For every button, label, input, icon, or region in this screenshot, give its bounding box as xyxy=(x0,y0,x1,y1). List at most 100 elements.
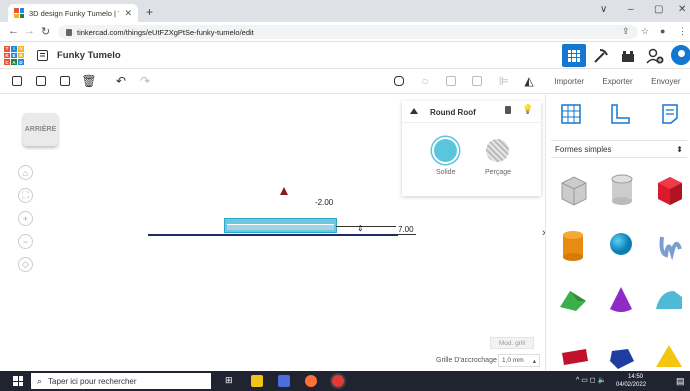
back-icon[interactable]: ← xyxy=(8,25,19,37)
bricks-button[interactable] xyxy=(616,44,640,67)
shape-category-select[interactable]: Formes simples ⬍ xyxy=(551,140,687,158)
mirror-icon[interactable]: ◭ xyxy=(522,74,536,88)
light-bulb-icon[interactable]: ○ xyxy=(418,74,432,88)
text-shape-icon[interactable] xyxy=(558,345,590,367)
scribble-shape-icon[interactable] xyxy=(656,229,684,261)
bookmark-star-icon[interactable]: ☆ xyxy=(641,26,649,37)
duplicate-icon[interactable] xyxy=(58,74,72,88)
shape-inspector-header: Round Roof 💡 xyxy=(402,101,541,123)
workplane-grid-icon[interactable] xyxy=(560,103,582,125)
tinkercad-favicon-icon xyxy=(14,8,24,18)
snap-grid-select[interactable]: 1,0 mm ▴ xyxy=(498,354,540,367)
box-shape-icon[interactable] xyxy=(654,173,686,207)
pyramid-shape-icon[interactable] xyxy=(654,343,684,371)
forward-icon[interactable]: → xyxy=(24,25,35,37)
dimension-line-extension xyxy=(396,234,416,235)
pickaxe-icon xyxy=(594,48,608,63)
tab-search-icon[interactable]: ∨ xyxy=(600,4,607,15)
group-icon[interactable] xyxy=(444,74,458,88)
copy-icon[interactable] xyxy=(10,74,24,88)
sphere-shape-icon[interactable] xyxy=(608,231,634,257)
collapse-panel-icon[interactable] xyxy=(410,108,418,114)
share-icon[interactable]: ⇪ xyxy=(622,26,630,37)
file-explorer-icon[interactable] xyxy=(251,375,263,387)
taskbar-search-field[interactable]: ⌕ Taper ici pour rechercher xyxy=(31,373,211,389)
search-icon: ⌕ xyxy=(37,375,43,386)
roof-shape-icon[interactable] xyxy=(556,287,590,313)
cylinder-shape-icon[interactable] xyxy=(560,229,586,263)
paste-icon[interactable] xyxy=(34,74,48,88)
box-hole-shape-icon[interactable] xyxy=(558,173,590,207)
ruler-icon[interactable] xyxy=(609,103,631,125)
notifications-icon[interactable]: ▤ xyxy=(676,376,685,387)
lift-handle-icon[interactable] xyxy=(280,187,288,195)
teams-icon[interactable] xyxy=(278,375,290,387)
tinkercad-logo[interactable]: TIN KER CAD xyxy=(4,46,24,65)
undo-icon[interactable]: ↶ xyxy=(114,74,128,88)
task-view-icon[interactable]: ⊞ xyxy=(225,375,233,386)
dimension-height-label[interactable]: -2.00 xyxy=(315,198,333,207)
new-tab-button[interactable]: + xyxy=(146,5,153,19)
browser-tab[interactable]: 3D design Funky Tumelo | Tinker ✕ xyxy=(8,4,138,22)
cone-shape-icon[interactable] xyxy=(608,285,634,315)
cylinder-hole-shape-icon[interactable] xyxy=(608,173,636,207)
send-button[interactable]: Envoyer xyxy=(642,69,690,93)
notes-library-icon[interactable] xyxy=(659,103,681,125)
round-roof-shape-icon[interactable] xyxy=(652,287,686,313)
workplane-line xyxy=(148,234,398,236)
redo-icon[interactable]: ↷ xyxy=(138,74,152,88)
windows-taskbar: ⌕ Taper ici pour rechercher ⊞ ^ ▭ ◻ 🔈 14… xyxy=(0,371,690,391)
fit-view-icon[interactable]: ⛶ xyxy=(18,188,33,203)
windows-start-icon[interactable] xyxy=(13,376,23,386)
logo-letter: C xyxy=(4,59,10,65)
round-roof-object[interactable] xyxy=(224,218,337,233)
address-bar: ← → ↻ tinkercad.com/things/eUtFZXgPtSe-f… xyxy=(0,22,690,42)
browser-menu-icon[interactable]: ⋮ xyxy=(678,26,687,37)
3d-view-button[interactable] xyxy=(562,44,586,67)
reload-icon[interactable]: ↻ xyxy=(41,25,50,38)
hole-label: Perçage xyxy=(485,169,512,176)
clock-time[interactable]: 14:50 xyxy=(628,373,643,381)
codeblocks-button[interactable] xyxy=(589,44,613,67)
notes-icon[interactable] xyxy=(392,74,406,88)
solid-option[interactable] xyxy=(432,137,459,164)
url-field[interactable]: tinkercad.com/things/eUtFZXgPtSe-funky-t… xyxy=(58,25,638,39)
polygon-shape-icon[interactable] xyxy=(608,347,636,369)
view-cube-face-label: ARRIÈRE xyxy=(24,126,57,133)
clock-date[interactable]: 04/02/2022 xyxy=(616,381,646,389)
snap-grid-value: 1,0 mm xyxy=(502,357,524,364)
export-button[interactable]: Exporter xyxy=(593,69,641,93)
dimension-width-label[interactable]: 7.00 xyxy=(398,225,414,234)
hide-shape-icon[interactable]: 💡 xyxy=(522,104,533,115)
snap-grid-label: Grille D'accrochage xyxy=(436,357,497,364)
home-view-icon[interactable]: ⌂ xyxy=(18,165,33,180)
ungroup-icon[interactable] xyxy=(470,74,484,88)
logo-letter: A xyxy=(11,59,17,65)
add-user-icon xyxy=(646,48,664,64)
minimize-button[interactable]: – xyxy=(628,4,634,15)
align-icon[interactable]: ⊫ xyxy=(497,74,511,88)
import-button[interactable]: Importer xyxy=(545,69,593,93)
system-tray-icons[interactable]: ^ ▭ ◻ 🔈 xyxy=(576,376,606,384)
design-menu-icon[interactable] xyxy=(37,50,48,61)
zoom-in-icon[interactable]: + xyxy=(18,211,33,226)
close-window-button[interactable]: ✕ xyxy=(678,4,686,15)
perspective-icon[interactable]: ◇ xyxy=(18,257,33,272)
add-user-button[interactable] xyxy=(643,44,667,67)
delete-icon[interactable]: 🗑 xyxy=(81,74,96,88)
tab-close-icon[interactable]: ✕ xyxy=(124,8,132,19)
profile-icon[interactable]: ● xyxy=(660,26,665,36)
user-avatar[interactable] xyxy=(671,45,690,65)
chrome-icon[interactable] xyxy=(332,375,344,387)
design-title[interactable]: Funky Tumelo xyxy=(57,50,121,61)
maximize-button[interactable]: ▢ xyxy=(654,4,663,15)
edit-grid-button[interactable]: Mod. grill xyxy=(490,337,534,349)
import-export-bar: Importer Exporter Envoyer xyxy=(545,69,690,94)
zoom-out-icon[interactable]: − xyxy=(18,234,33,249)
lock-shape-icon[interactable] xyxy=(505,106,511,114)
view-cube[interactable]: ARRIÈRE xyxy=(23,113,58,146)
firefox-icon[interactable] xyxy=(305,375,317,387)
dimension-line xyxy=(336,226,396,227)
hole-option[interactable] xyxy=(486,139,509,162)
shape-category-value: Formes simples xyxy=(555,144,612,154)
